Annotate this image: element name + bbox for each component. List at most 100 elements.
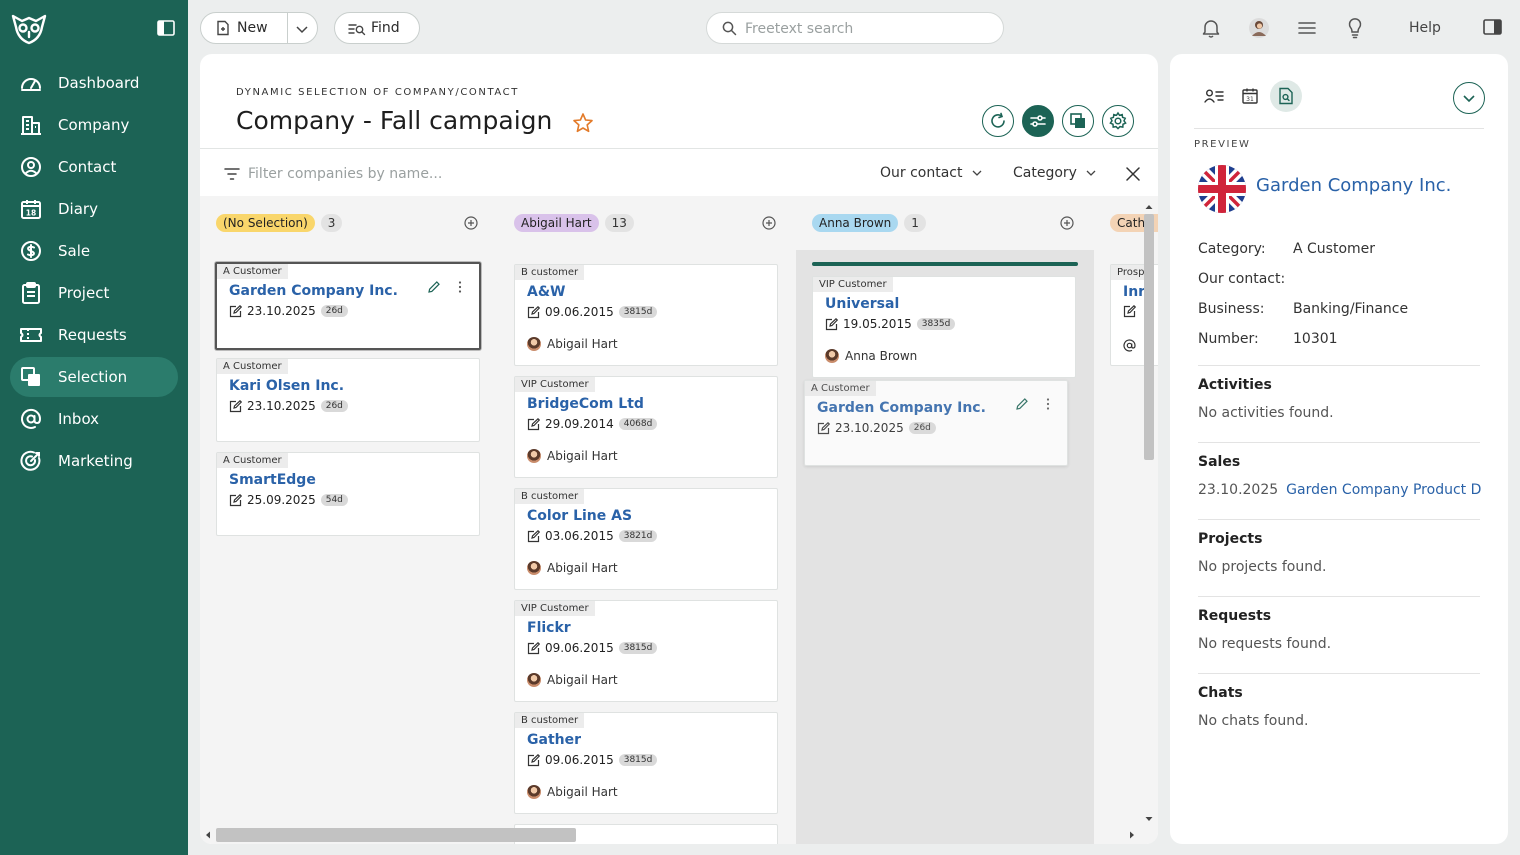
- tab-calendar[interactable]: 31: [1234, 80, 1266, 112]
- company-card[interactable]: A Customer Kari Olsen Inc. 23.10.2025 26…: [216, 358, 480, 442]
- find-button-label: Find: [371, 20, 400, 36]
- company-card[interactable]: B customer Gather 09.06.2015 3815d Abiga…: [514, 712, 778, 814]
- company-card[interactable]: VIP Customer BridgeCom Ltd 29.09.2014 40…: [514, 376, 778, 478]
- horizontal-scroll-thumb[interactable]: [216, 828, 576, 842]
- collapse-preview-button[interactable]: [1453, 82, 1485, 114]
- refresh-button[interactable]: [982, 105, 1014, 137]
- page-subtitle: DYNAMIC SELECTION OF COMPANY/CONTACT: [236, 87, 519, 98]
- divider: [1194, 128, 1484, 129]
- sidebar-item-dashboard[interactable]: Dashboard: [10, 63, 178, 103]
- card-date: 23.10.2025 26d: [229, 399, 348, 413]
- user-avatar[interactable]: [1248, 17, 1270, 39]
- avatar: [527, 337, 541, 351]
- dragging-company-card[interactable]: A Customer Garden Company Inc. 23.10.202…: [804, 380, 1068, 466]
- company-name-link[interactable]: Universal: [825, 296, 899, 312]
- company-name-link[interactable]: Color Line AS: [527, 508, 632, 524]
- search-input[interactable]: [745, 19, 995, 39]
- edit-note-icon: [1123, 305, 1136, 318]
- dropdown-label: Category: [1013, 165, 1077, 181]
- sidebar-item-diary[interactable]: 18 Diary: [10, 189, 178, 229]
- add-circle-icon[interactable]: [464, 216, 478, 230]
- date-text: 03.06.2015: [545, 529, 614, 543]
- sale-link[interactable]: Garden Company Product D: [1286, 482, 1481, 498]
- field-key: Our contact:: [1198, 271, 1286, 287]
- sidebar-item-company[interactable]: Company: [10, 105, 178, 145]
- find-button[interactable]: Find: [334, 12, 420, 44]
- age-badge: 4068d: [618, 418, 658, 430]
- company-name-link[interactable]: SmartEdge: [229, 472, 316, 488]
- card-date: 09.06.2015 3815d: [527, 753, 658, 767]
- divider: [1198, 519, 1480, 520]
- company-card[interactable]: B customer A&W 09.06.2015 3815d Abigail …: [514, 264, 778, 366]
- category-badge: A Customer: [217, 359, 288, 374]
- sidebar-item-requests[interactable]: Requests: [10, 315, 178, 355]
- field-key: Category:: [1198, 241, 1266, 257]
- company-card[interactable]: B customer Color Line AS 03.06.2015 3821…: [514, 488, 778, 590]
- company-name-link[interactable]: Garden Company Inc.: [817, 400, 986, 416]
- avatar: [825, 349, 839, 363]
- bell-icon[interactable]: [1200, 17, 1222, 39]
- more-vertical-icon[interactable]: [1045, 397, 1051, 411]
- sidebar-item-label: Dashboard: [58, 74, 140, 92]
- tab-contact-details[interactable]: [1198, 80, 1230, 112]
- card-owner: Abigail Hart: [527, 785, 618, 799]
- add-circle-icon[interactable]: [1060, 216, 1074, 230]
- company-card[interactable]: VIP Customer Universal 19.05.2015 3835d …: [812, 276, 1076, 378]
- menu-icon[interactable]: [1296, 17, 1318, 39]
- company-name-link[interactable]: BridgeCom Ltd: [527, 396, 644, 412]
- sidebar-item-label: Sale: [58, 242, 91, 260]
- star-icon[interactable]: [572, 112, 594, 134]
- pencil-icon[interactable]: [1015, 397, 1029, 411]
- panel-toggle-icon[interactable]: [1483, 18, 1505, 40]
- preview-company-name[interactable]: Garden Company Inc.: [1256, 175, 1451, 196]
- help-link[interactable]: Help: [1409, 20, 1441, 36]
- avatar: [527, 785, 541, 799]
- more-vertical-icon[interactable]: [457, 280, 463, 294]
- category-badge: VIP Customer: [515, 377, 595, 392]
- company-name-link[interactable]: Gather: [527, 732, 581, 748]
- filter-companies-input[interactable]: [248, 163, 648, 185]
- sidebar-item-sale[interactable]: Sale: [10, 231, 178, 271]
- edit-note-icon: [527, 529, 540, 543]
- sidebar-item-contact[interactable]: Contact: [10, 147, 178, 187]
- age-badge: 26d: [320, 400, 348, 412]
- owner-name: Abigail Hart: [547, 785, 618, 799]
- selection-icon: [20, 366, 42, 388]
- add-circle-icon[interactable]: [762, 216, 776, 230]
- preview-field: Our contact:: [1198, 271, 1285, 287]
- page-title: Company - Fall campaign: [236, 106, 553, 135]
- edit-note-icon: [527, 641, 540, 655]
- card-date: 19.05.2015 3835d: [825, 317, 956, 331]
- sidebar-item-marketing[interactable]: Marketing: [10, 441, 178, 481]
- our-contact-dropdown[interactable]: Our contact: [880, 165, 983, 181]
- field-key: Business:: [1198, 301, 1265, 317]
- card-date: 03.06.2015 3821d: [527, 529, 658, 543]
- lightbulb-icon[interactable]: [1344, 17, 1366, 39]
- company-name-link[interactable]: Garden Company Inc.: [229, 283, 398, 299]
- company-name-link[interactable]: A&W: [527, 284, 566, 300]
- sidebar-collapse-icon[interactable]: [157, 20, 175, 36]
- sidebar-item-selection[interactable]: Selection: [10, 357, 178, 397]
- company-card[interactable]: VIP Customer Flickr 09.06.2015 3815d Abi…: [514, 600, 778, 702]
- new-button[interactable]: New: [215, 13, 268, 43]
- company-card[interactable]: A Customer Garden Company Inc. 23.10.202…: [215, 262, 481, 350]
- selection-view-button[interactable]: [1062, 105, 1094, 137]
- settings-button[interactable]: [1102, 105, 1134, 137]
- company-name-link[interactable]: Flickr: [527, 620, 571, 636]
- owner-name: Abigail Hart: [547, 561, 618, 575]
- vertical-scroll-thumb[interactable]: [1144, 214, 1154, 460]
- sidebar-item-inbox[interactable]: Inbox: [10, 399, 178, 439]
- close-icon[interactable]: [1126, 167, 1140, 181]
- category-badge: A Customer: [217, 264, 288, 279]
- chevron-down-icon: [1462, 91, 1476, 105]
- owl-logo-icon[interactable]: [10, 12, 48, 46]
- divider: [1198, 365, 1480, 366]
- pencil-icon[interactable]: [427, 280, 441, 294]
- company-name-link[interactable]: Kari Olsen Inc.: [229, 378, 344, 394]
- filter-settings-button[interactable]: [1022, 105, 1054, 137]
- tab-preview[interactable]: [1270, 80, 1302, 112]
- sidebar-item-project[interactable]: Project: [10, 273, 178, 313]
- category-dropdown[interactable]: Category: [1013, 165, 1097, 181]
- company-card[interactable]: A Customer SmartEdge 25.09.2025 54d: [216, 452, 480, 536]
- chevron-down-icon[interactable]: [295, 22, 309, 36]
